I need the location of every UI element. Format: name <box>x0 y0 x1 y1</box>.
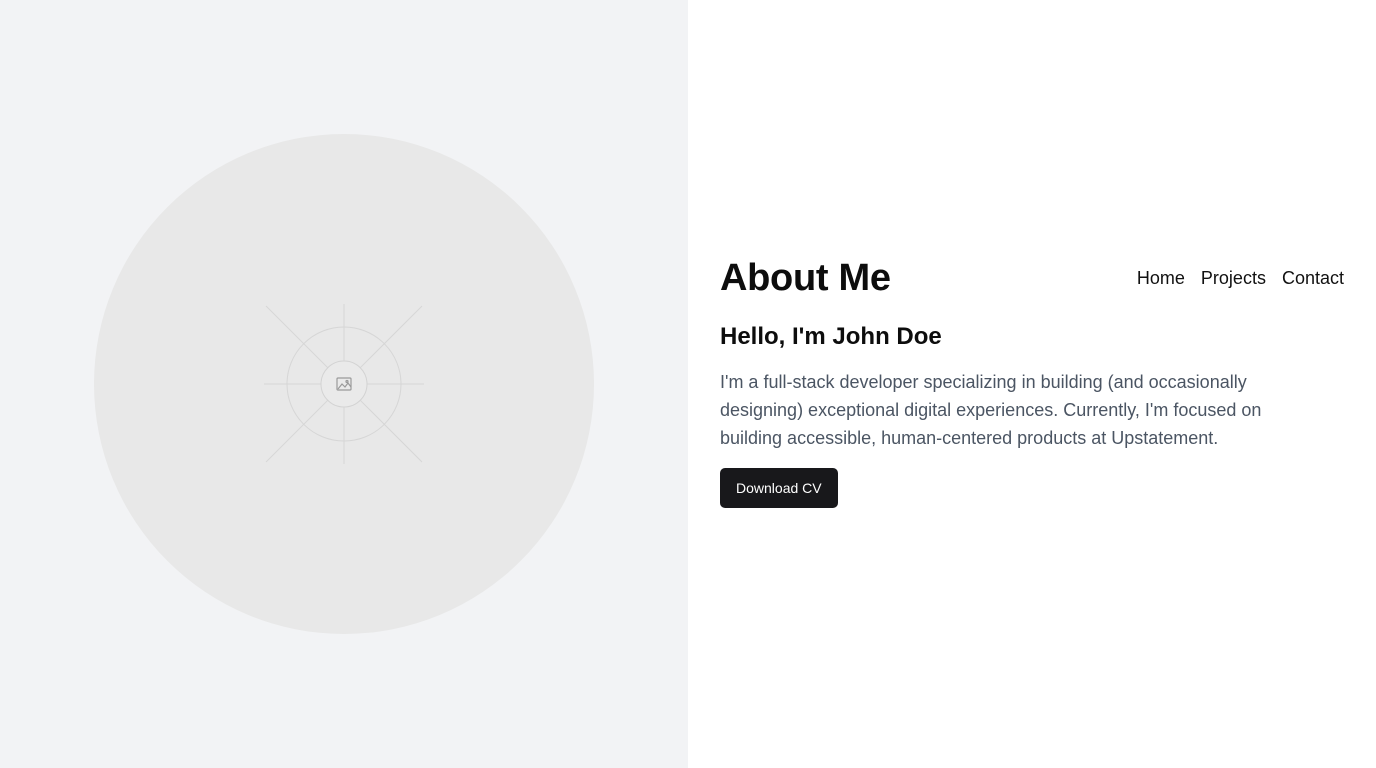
about-panel: About Me Home Projects Contact Hello, I'… <box>688 0 1376 768</box>
header: About Me Home Projects Contact <box>720 256 1344 300</box>
main-nav: Home Projects Contact <box>1137 268 1344 289</box>
greeting-heading: Hello, I'm John Doe <box>720 323 942 350</box>
nav-item-contact[interactable]: Contact <box>1282 268 1344 289</box>
image-panel <box>0 0 688 768</box>
download-cv-button[interactable]: Download CV <box>720 468 838 508</box>
nav-item-home[interactable]: Home <box>1137 268 1185 289</box>
bio-text: I'm a full-stack developer specializing … <box>720 372 1262 448</box>
image-placeholder-icon <box>264 304 424 464</box>
page-title: About Me <box>720 256 891 299</box>
about-content: About Me Home Projects Contact Hello, I'… <box>720 256 1344 508</box>
profile-image-placeholder <box>94 134 594 634</box>
nav-item-projects[interactable]: Projects <box>1201 268 1266 289</box>
